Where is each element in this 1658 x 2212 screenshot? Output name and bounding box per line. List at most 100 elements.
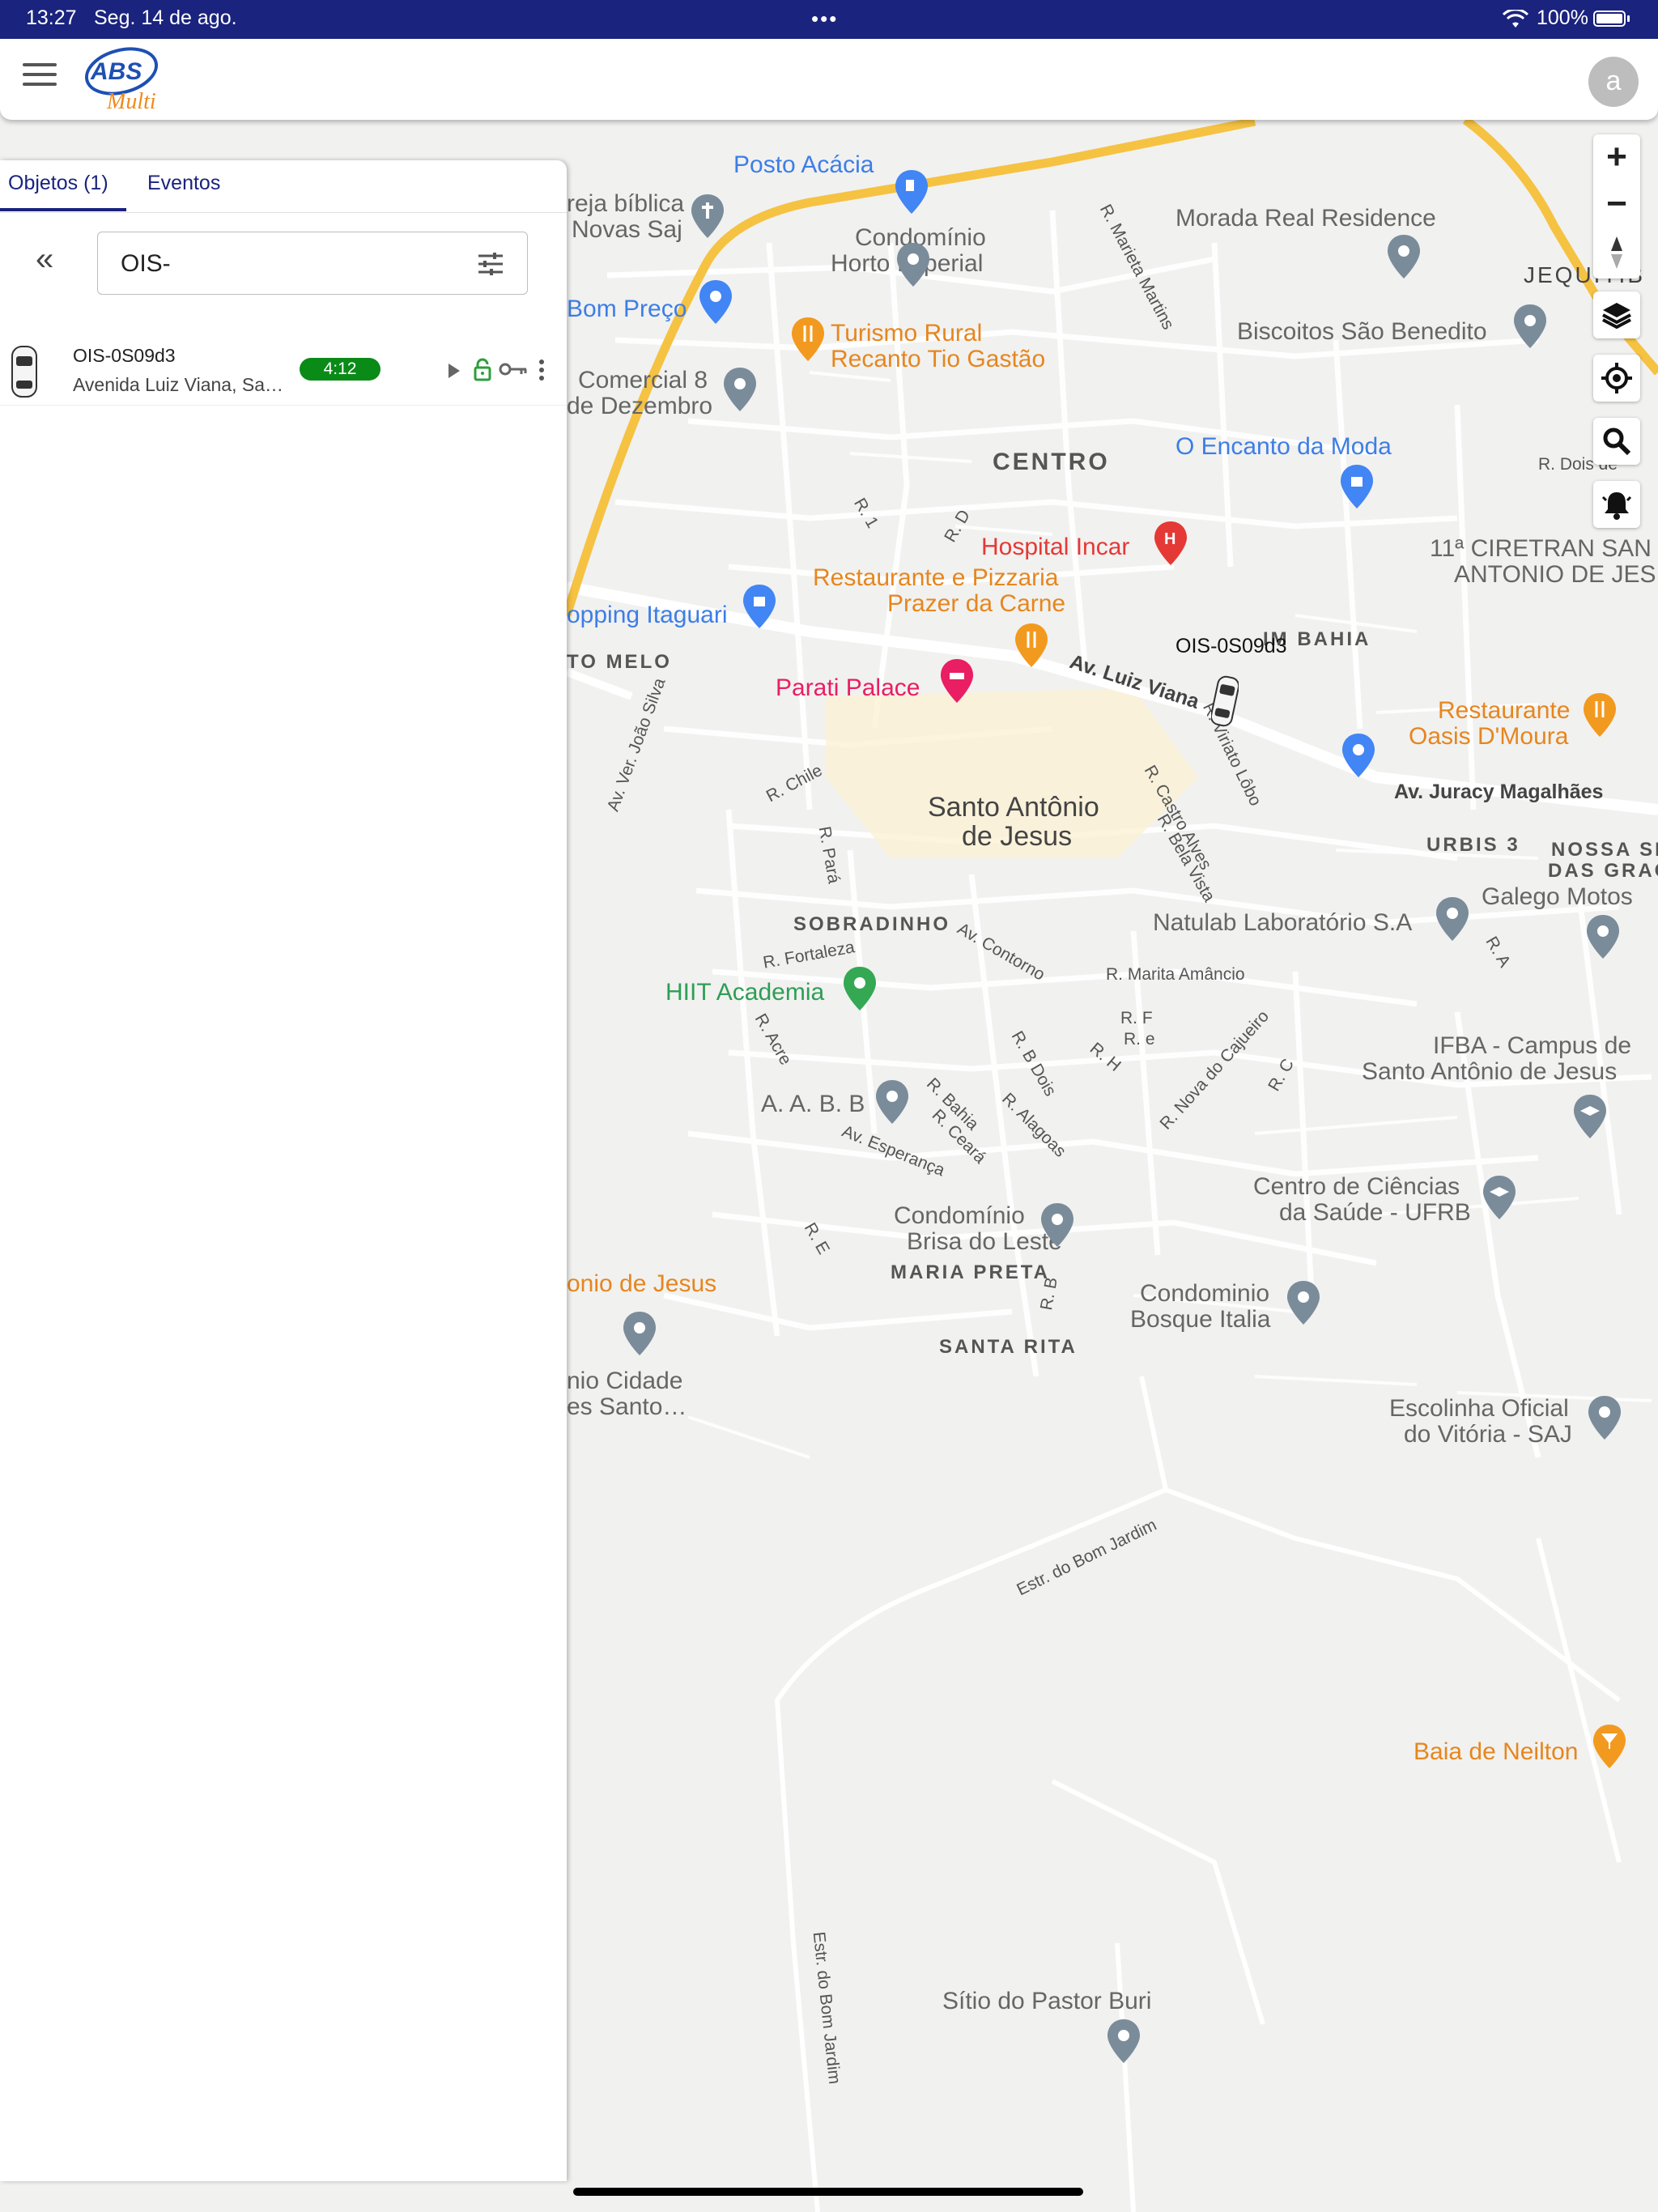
shopping-bag-pin-icon[interactable]: [1339, 463, 1375, 510]
map-label-brisa: Condomínio: [894, 1202, 1025, 1229]
map-label-baia: Baia de Neilton: [1414, 1738, 1579, 1765]
gym-pin-icon[interactable]: [842, 965, 878, 1012]
map-label-brisa-2: Brisa do Leste: [907, 1228, 1062, 1255]
map-pin-icon[interactable]: [1587, 1394, 1622, 1441]
map-label-ufrb: Centro de Ciências: [1253, 1173, 1460, 1200]
map-label-maria-preta: MARIA PRETA: [891, 1261, 1050, 1283]
map-label-igreja: reja bíblica: [567, 190, 685, 217]
hotel-pin-icon[interactable]: [939, 657, 975, 704]
map-pin-icon[interactable]: [895, 241, 931, 288]
layers-icon: [1602, 303, 1631, 330]
alarm-button[interactable]: [1593, 481, 1640, 528]
vehicle-name: OIS-0S09d3: [73, 345, 176, 366]
map-label-cidade-2: es Santo…: [567, 1393, 687, 1420]
home-indicator[interactable]: [573, 2188, 1083, 2196]
search-box: [97, 232, 528, 295]
hospital-pin-icon[interactable]: H: [1153, 520, 1188, 567]
abs-multi-logo[interactable]: ABS Multi: [74, 44, 164, 117]
map-label-restaurante-pizzaria: Restaurante e Pizzaria: [813, 564, 1059, 591]
shopping-cart-pin-icon[interactable]: [698, 279, 733, 325]
vehicle-list-item[interactable]: OIS-0S09d3 Avenida Luiz Viana, Sa… 4:12: [0, 335, 567, 406]
map-label-urbis: URBIS 3: [1426, 834, 1520, 856]
map-pin-icon[interactable]: [1286, 1279, 1321, 1326]
bar-pin-icon[interactable]: [1592, 1723, 1627, 1770]
restaurant-pin-icon[interactable]: [1014, 622, 1049, 669]
school-pin-icon[interactable]: [1572, 1093, 1608, 1140]
locate-button[interactable]: [1593, 355, 1640, 402]
hamburger-menu-icon[interactable]: [23, 63, 57, 91]
map-label-igreja-2: Novas Saj: [572, 216, 682, 243]
map-label-natulab: Natulab Laboratório S.A: [1153, 909, 1413, 936]
tab-objetos[interactable]: Objetos (1): [8, 172, 108, 195]
more-options-icon[interactable]: [538, 358, 546, 382]
map-label-r-e: R. e: [1124, 1030, 1155, 1049]
zoom-control: + −: [1593, 134, 1640, 279]
map-pin-icon[interactable]: [1512, 303, 1548, 350]
map-label-oasis: Restaurante: [1438, 697, 1571, 724]
svg-text:H: H: [1164, 530, 1175, 548]
map-label-sobradinho: SOBRADINHO: [793, 913, 951, 935]
map-label-turismo-2: Recanto Tio Gastão: [831, 346, 1046, 372]
restaurant-pin-icon[interactable]: [1582, 691, 1618, 738]
map-pin-icon[interactable]: [1585, 913, 1621, 960]
compass-icon[interactable]: [1593, 230, 1640, 277]
map-label-aabb: A. A. B. B: [761, 1091, 865, 1117]
map-pin-icon[interactable]: [1039, 1202, 1075, 1249]
map-label-ufrb-2: da Saúde - UFRB: [1279, 1199, 1471, 1226]
map-label-restaurante-pizzaria-2: Prazer da Carne: [887, 590, 1066, 617]
map-label-parati: Parati Palace: [776, 674, 920, 701]
shopping-cart-pin-icon[interactable]: [1341, 732, 1376, 779]
vehicle-map-label: OIS-0S09d3: [1175, 635, 1287, 657]
layers-button[interactable]: [1593, 291, 1640, 338]
lock-icon[interactable]: [473, 358, 492, 382]
user-avatar[interactable]: a: [1588, 57, 1639, 107]
map-label-ciretran: 11ª CIRETRAN SAN: [1430, 535, 1652, 562]
multitasking-dots[interactable]: •••: [811, 6, 838, 32]
school-pin-icon[interactable]: [1482, 1174, 1517, 1221]
map-label-hiit: HIIT Academia: [665, 979, 825, 1006]
zoom-in-button[interactable]: +: [1593, 134, 1640, 181]
map-pin-icon[interactable]: [1435, 895, 1470, 942]
map-label-comercial: Comercial 8: [578, 367, 708, 393]
status-date: Seg. 14 de ago.: [94, 6, 237, 29]
map-label-antonio-de-jesus: onio de Jesus: [567, 1270, 717, 1297]
map-search-button[interactable]: [1593, 418, 1640, 465]
collapse-panel-button[interactable]: «: [36, 241, 53, 278]
map-label-bosque-2: Bosque Italia: [1130, 1306, 1271, 1333]
restaurant-pin-icon[interactable]: [790, 316, 826, 363]
church-pin-icon[interactable]: [690, 193, 725, 240]
map-label-nossa-sra-2: DAS GRAC: [1548, 860, 1658, 882]
key-icon[interactable]: [499, 361, 528, 377]
vehicle-time-badge: 4:12: [300, 358, 380, 381]
filter-sliders-icon[interactable]: [477, 252, 504, 276]
map-label-to-melo: TO MELO: [567, 651, 672, 673]
car-icon: [11, 346, 37, 398]
search-icon: [1603, 428, 1631, 456]
battery-icon: [1593, 11, 1626, 27]
zoom-out-button[interactable]: −: [1593, 181, 1640, 228]
gas-station-pin-icon[interactable]: [894, 168, 929, 215]
map-pin-icon[interactable]: [874, 1078, 910, 1125]
search-input[interactable]: [119, 249, 446, 279]
tab-eventos[interactable]: Eventos: [147, 172, 220, 195]
map-label-turismo: Turismo Rural: [831, 320, 983, 347]
map-pin-icon[interactable]: [622, 1310, 657, 1357]
vehicle-address: Avenida Luiz Viana, Sa…: [73, 374, 283, 395]
play-icon[interactable]: [447, 363, 461, 379]
map-label-bom-preco: Bom Preço: [567, 296, 687, 322]
svg-text:Multi: Multi: [106, 89, 156, 114]
map-label-comercial-2: de Dezembro: [567, 393, 713, 419]
alarm-bell-icon: [1601, 492, 1632, 520]
map-label-centro: CENTRO: [993, 449, 1110, 475]
map-pin-icon[interactable]: [1386, 233, 1422, 280]
battery-percent: 100%: [1537, 6, 1588, 29]
map-label-r-marita: R. Marita Amâncio: [1106, 965, 1245, 984]
map-label-r-f: R. F: [1120, 1009, 1153, 1027]
shopping-bag-pin-icon[interactable]: [742, 583, 777, 630]
map-pin-icon[interactable]: [1106, 2018, 1141, 2065]
car-marker-icon[interactable]: [1211, 675, 1239, 727]
locate-icon: [1601, 363, 1632, 393]
map-pin-icon[interactable]: [722, 366, 758, 413]
battery-tip: [1627, 15, 1630, 22]
map-label-santa-rita: SANTA RITA: [939, 1336, 1078, 1358]
